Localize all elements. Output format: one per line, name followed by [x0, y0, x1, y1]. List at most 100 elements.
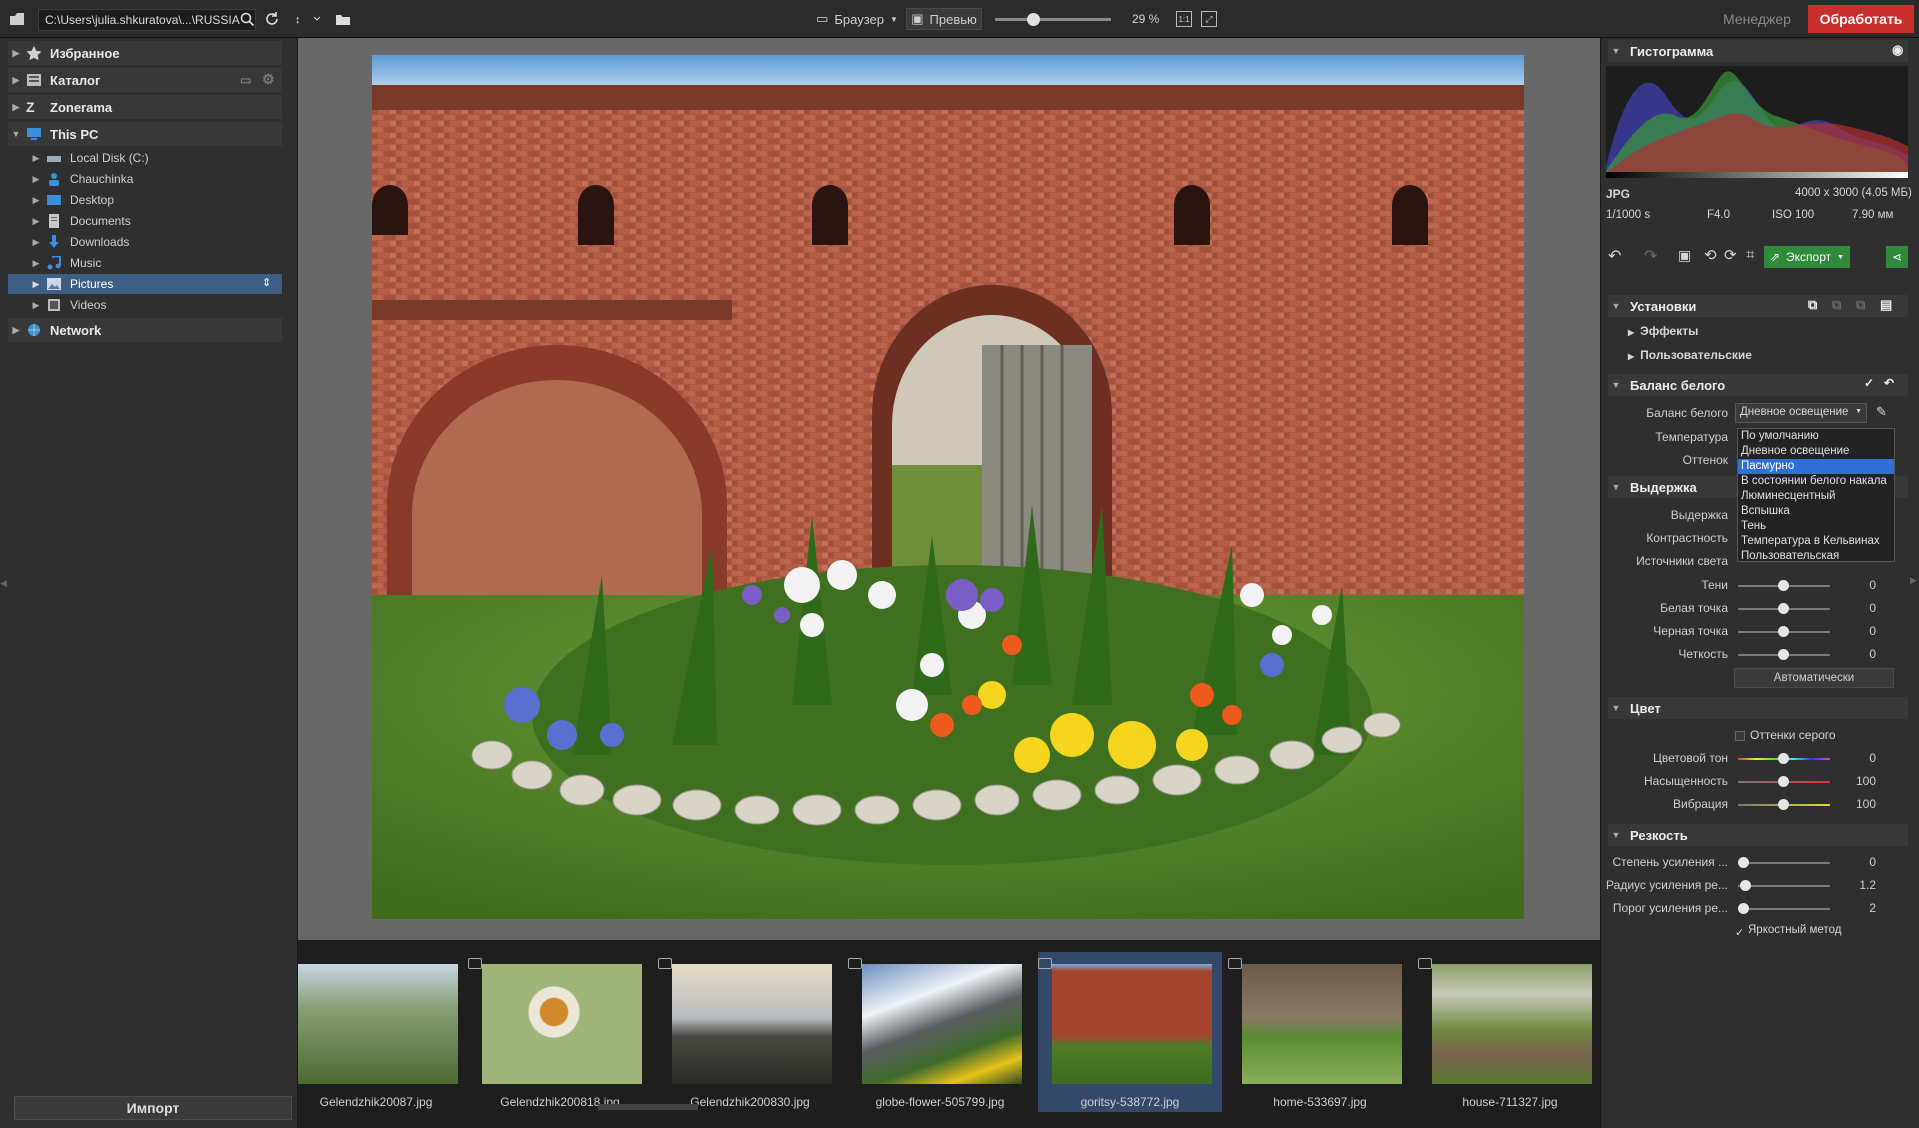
wb-option[interactable]: Пользовательская	[1738, 549, 1894, 564]
histogram-header[interactable]: ▼ Гистограмма ◉	[1608, 40, 1908, 62]
chevron-down-icon[interactable]: ▼	[1608, 830, 1624, 840]
import-folder-icon[interactable]	[333, 9, 353, 29]
reset-settings-icon[interactable]: ⧉	[1856, 297, 1865, 313]
slider-handle[interactable]	[1778, 649, 1789, 660]
checkmark-icon[interactable]: ✓	[1864, 376, 1874, 390]
rotate-right-icon[interactable]: ⟳	[1724, 246, 1737, 264]
chevron-right-icon[interactable]: ▶	[28, 195, 44, 206]
sharp-amount-slider[interactable]	[1738, 857, 1830, 868]
zoom-1to1-icon[interactable]: 1:1	[1176, 11, 1192, 27]
white-point-slider[interactable]	[1738, 603, 1830, 614]
sharp-radius-slider[interactable]	[1738, 880, 1830, 891]
luma-checkbox[interactable]: ✓	[1735, 926, 1744, 939]
grayscale-checkbox[interactable]	[1735, 731, 1745, 741]
black-point-slider[interactable]	[1738, 626, 1830, 637]
wb-option[interactable]: Люминесцентный	[1738, 489, 1894, 504]
undo-icon[interactable]: ↶	[1608, 246, 1621, 266]
tree-favorites[interactable]: ▶ Избранное	[8, 41, 282, 65]
chevron-right-icon[interactable]: ▶	[8, 325, 24, 336]
thumbnail[interactable]: Gelendzhik200830.jpg	[658, 952, 842, 1112]
main-photo-preview[interactable]	[372, 55, 1524, 919]
crop-icon[interactable]: ⌗	[1746, 246, 1754, 263]
tree-thispc[interactable]: ▼ This PC	[8, 122, 282, 146]
tree-item-pictures[interactable]: ▶ Pictures ⇕	[8, 274, 282, 294]
rotate-left-icon[interactable]: ⟲	[1704, 246, 1717, 264]
zoom-slider[interactable]	[995, 13, 1111, 26]
presets-custom[interactable]: ▶ Пользовательские	[1628, 348, 1752, 362]
sharp-threshold-slider[interactable]	[1738, 903, 1830, 914]
saturation-slider[interactable]	[1738, 776, 1830, 787]
chevron-right-icon[interactable]: ▶	[8, 102, 24, 113]
refresh-icon[interactable]	[262, 9, 282, 29]
wb-option-highlighted[interactable]: Пасмурно	[1738, 459, 1894, 474]
manager-tab[interactable]: Менеджер	[1723, 11, 1791, 27]
chevron-right-icon[interactable]: ▶	[28, 153, 44, 164]
zoom-fit-icon[interactable]: ⤢	[1201, 11, 1217, 27]
tree-item-documents[interactable]: ▶ Documents	[8, 211, 282, 231]
chevron-down-icon[interactable]: ▼	[1608, 46, 1624, 56]
white-balance-header[interactable]: ▼ Баланс белого ✓ ↶	[1608, 374, 1908, 396]
presets-header[interactable]: ▼ Установки ⧉ ⧉ ⧉ ▤	[1608, 295, 1908, 317]
slider-handle[interactable]	[1738, 903, 1749, 914]
tree-item-downloads[interactable]: ▶ Downloads	[8, 232, 282, 252]
white-balance-select[interactable]: Дневное освещение ▼	[1735, 403, 1867, 423]
chevron-right-icon[interactable]: ▶	[8, 48, 24, 59]
chevron-down-icon[interactable]: ▼	[1608, 482, 1624, 492]
chevron-down-icon[interactable]: ▼	[8, 129, 24, 139]
wb-option[interactable]: Тень	[1738, 519, 1894, 534]
chevron-right-icon[interactable]: ▶	[28, 216, 44, 227]
copy-settings-icon[interactable]: ⧉	[1808, 297, 1817, 313]
tree-network[interactable]: ▶ Network	[8, 318, 282, 342]
shadows-slider[interactable]	[1738, 580, 1830, 591]
tree-item-music[interactable]: ▶ Music	[8, 253, 282, 273]
process-button[interactable]: Обработать	[1808, 5, 1914, 33]
chevron-right-icon[interactable]: ▶	[28, 174, 44, 185]
export-button[interactable]: ⇗ Экспорт ▼	[1764, 246, 1850, 268]
wb-option[interactable]: По умолчанию	[1738, 429, 1894, 444]
thumbnail[interactable]: Gelendzhik20087.jpg	[284, 952, 468, 1112]
tree-item-chauchinka[interactable]: ▶ Chauchinka	[8, 169, 282, 189]
slider-handle[interactable]	[1778, 799, 1789, 810]
thumbnail[interactable]: house-711327.jpg	[1418, 952, 1602, 1112]
vibrance-slider[interactable]	[1738, 799, 1830, 810]
thumbnail-selected[interactable]: goritsy-538772.jpg	[1038, 952, 1222, 1112]
reorder-icon[interactable]: ⇕	[262, 276, 271, 289]
share-button[interactable]: ⋖	[1886, 246, 1908, 268]
histogram-settings-icon[interactable]: ◉	[1892, 42, 1903, 58]
thumbnail[interactable]: Gelendzhik200818.jpg	[468, 952, 652, 1112]
app-menu-icon[interactable]	[6, 9, 28, 29]
slider-handle[interactable]	[1778, 580, 1789, 591]
thumbnail[interactable]: home-533697.jpg	[1228, 952, 1412, 1112]
tree-item-videos[interactable]: ▶ Videos	[8, 295, 282, 315]
hue-slider[interactable]	[1738, 753, 1830, 764]
presets-effects[interactable]: ▶ Эффекты	[1628, 324, 1698, 338]
left-collapse-handle[interactable]: ◀	[0, 578, 8, 608]
wb-option[interactable]: Дневное освещение	[1738, 444, 1894, 459]
chevron-right-icon[interactable]: ▶	[28, 237, 44, 248]
clarity-slider[interactable]	[1738, 649, 1830, 660]
path-input[interactable]: C:\Users\julia.shkuratova\...\RUSSIA	[38, 9, 256, 31]
filmstrip-scrollbar[interactable]	[598, 1104, 698, 1110]
wb-option[interactable]: Температура в Кельвинах	[1738, 534, 1894, 549]
browser-mode-button[interactable]: ▭ Браузер ▼	[812, 9, 902, 29]
chevron-right-icon[interactable]: ▶	[28, 279, 44, 290]
slider-handle[interactable]	[1778, 626, 1789, 637]
chevron-right-icon[interactable]: ▶	[8, 75, 24, 86]
preview-mode-button[interactable]: ▣ Превью	[906, 8, 982, 30]
eyedropper-icon[interactable]: ✎	[1876, 404, 1887, 420]
slider-handle[interactable]	[1778, 753, 1789, 764]
right-collapse-handle[interactable]: ▶	[1910, 575, 1917, 586]
add-folder-icon[interactable]: ▭	[240, 73, 251, 87]
gear-icon[interactable]: ⚙	[262, 71, 275, 88]
import-button[interactable]: Импорт	[14, 1096, 292, 1120]
slider-handle[interactable]	[1738, 857, 1749, 868]
sharpening-header[interactable]: ▼ Резкость	[1608, 824, 1908, 846]
chevron-down-icon[interactable]: ▼	[1608, 301, 1624, 311]
sort-icon[interactable]: ↕	[292, 9, 324, 29]
auto-button[interactable]: Автоматически	[1734, 668, 1894, 688]
slider-handle[interactable]	[1778, 603, 1789, 614]
wb-option[interactable]: Вспышка	[1738, 504, 1894, 519]
reset-icon[interactable]: ↶	[1884, 376, 1894, 390]
search-icon[interactable]	[238, 10, 256, 28]
color-header[interactable]: ▼ Цвет	[1608, 697, 1908, 719]
